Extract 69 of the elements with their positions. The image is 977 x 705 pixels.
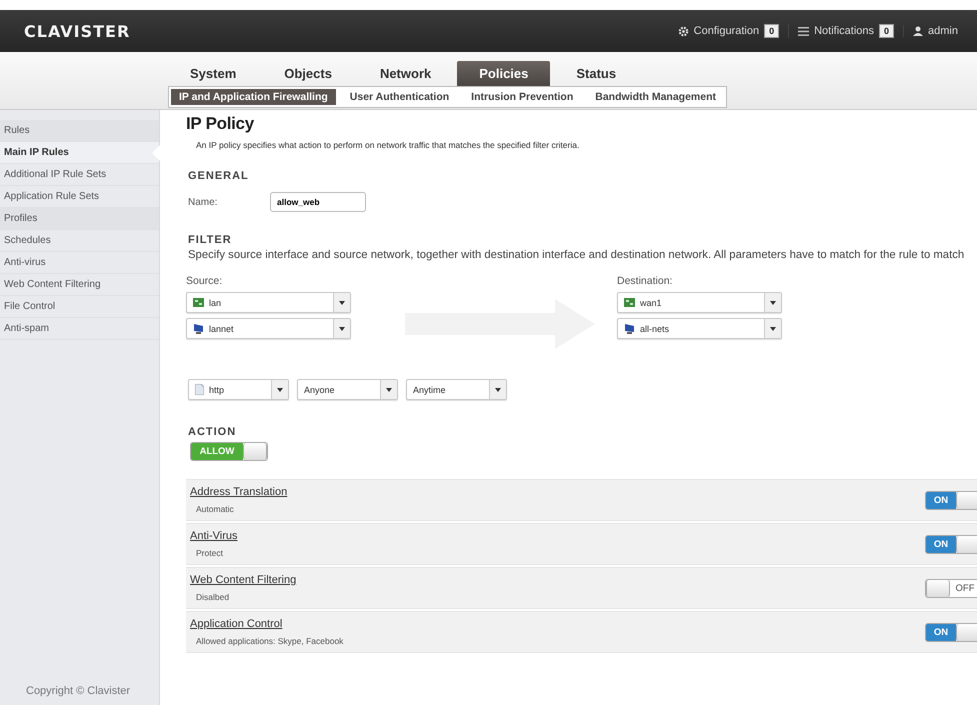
sidebar-item[interactable]: Schedules <box>0 230 159 252</box>
caret-icon <box>770 326 776 330</box>
feature-detail: Protect <box>196 548 223 558</box>
sidebar-group[interactable]: Rules <box>0 120 159 142</box>
field-label: Name: <box>188 196 218 208</box>
main-tab[interactable]: System <box>168 61 258 86</box>
sub-tab[interactable]: Bandwidth Management <box>587 89 724 105</box>
dropdown[interactable]: Anyone <box>297 379 398 400</box>
configuration-link[interactable]: Configuration <box>694 25 760 37</box>
notifications-count: 0 <box>879 24 894 38</box>
document-icon <box>195 384 204 395</box>
dropdown[interactable]: http <box>188 379 289 400</box>
sub-tab[interactable]: Intrusion Prevention <box>463 89 582 105</box>
caret-icon <box>339 326 345 330</box>
feature-detail: Automatic <box>196 504 234 514</box>
user-menu[interactable]: admin <box>928 25 958 37</box>
field-label: Destination: <box>617 275 674 287</box>
name-input[interactable]: allow_web <box>270 192 366 212</box>
notifications-link[interactable]: Notifications <box>814 25 874 37</box>
caret-icon <box>386 388 392 392</box>
menu-icon <box>798 26 810 36</box>
dropdown[interactable]: wan1 <box>617 292 782 313</box>
field-label: Source: <box>186 275 224 287</box>
monitor-icon <box>624 324 635 334</box>
section-heading: FILTER <box>188 234 232 246</box>
page-title: IP Policy <box>186 114 254 134</box>
feature-link[interactable]: Web Content Filtering <box>190 574 296 586</box>
copyright-text: Copyright © Clavister <box>25 685 132 699</box>
main-tab[interactable]: Policies <box>457 61 550 86</box>
sidebar-item[interactable]: File Control <box>0 296 159 318</box>
sidebar-item[interactable]: Additional IP Rule Sets <box>0 164 159 186</box>
feature-detail: Disalbed <box>196 592 230 602</box>
sub-tab[interactable]: User Authentication <box>342 89 458 105</box>
sidebar-item[interactable]: Anti-virus <box>0 252 159 274</box>
dropdown[interactable]: lan <box>186 292 351 313</box>
caret-icon <box>770 300 776 304</box>
dropdown[interactable]: all-nets <box>617 318 782 339</box>
monitor-icon <box>193 324 204 334</box>
filter-description: Specify source interface and source network, together with destination interface and destination network. All parameters have to match for the rule to match <box>188 249 966 261</box>
main-tab[interactable]: Objects <box>262 61 354 86</box>
toggle-switch[interactable]: ON <box>925 622 977 642</box>
page-description: An IP policy specifies what action to perform on network traffic that matches the specified filter criteria. <box>196 140 580 150</box>
dropdown[interactable]: Anytime <box>406 379 507 400</box>
toggle-switch[interactable]: ON <box>925 490 977 510</box>
sidebar-item[interactable]: Anti-spam <box>0 318 159 340</box>
toggle-switch[interactable]: ON <box>925 534 977 554</box>
gear-icon <box>678 26 689 36</box>
feature-detail: Allowed applications: Skype, Facebook <box>196 636 344 646</box>
network-card-icon <box>193 298 204 307</box>
dropdown[interactable]: lannet <box>186 318 351 339</box>
configuration-count: 0 <box>764 24 780 38</box>
caret-icon <box>339 300 345 304</box>
feature-link[interactable]: Address Translation <box>190 486 288 498</box>
logo: CLAVISTER <box>24 22 132 40</box>
network-card-icon <box>624 298 635 307</box>
sub-tab[interactable]: IP and Application Firewalling <box>171 89 336 105</box>
caret-icon <box>495 388 501 392</box>
feature-link[interactable]: Anti-Virus <box>190 530 238 542</box>
section-heading: ACTION <box>188 426 236 438</box>
user-icon <box>913 26 924 36</box>
main-tab[interactable]: Network <box>358 61 454 86</box>
section-heading: GENERAL <box>188 170 249 182</box>
caret-icon <box>277 388 283 392</box>
feature-link[interactable]: Application Control <box>190 618 282 630</box>
sidebar-group[interactable]: Profiles <box>0 208 159 230</box>
sidebar-item[interactable]: Web Content Filtering <box>0 274 159 296</box>
toggle-switch[interactable]: OFF <box>925 578 977 598</box>
main-tab[interactable]: Status <box>554 61 638 86</box>
sidebar-item[interactable]: Main IP Rules <box>0 142 159 164</box>
